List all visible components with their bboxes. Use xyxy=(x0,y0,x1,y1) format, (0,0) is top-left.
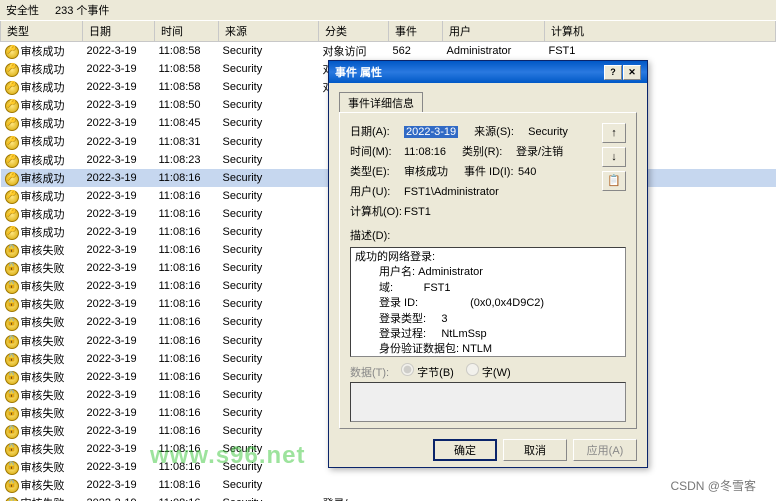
lock-icon xyxy=(5,371,19,385)
col-header[interactable]: 时间 xyxy=(155,21,219,42)
col-header[interactable]: 计算机 xyxy=(545,21,776,42)
lock-icon xyxy=(5,298,19,312)
time-value: 11:08:16 xyxy=(404,146,446,158)
prev-event-button[interactable]: ↑ xyxy=(602,123,626,143)
lock-icon xyxy=(5,497,19,501)
lock-icon xyxy=(5,389,19,403)
user-label: 用户(U): xyxy=(350,183,404,199)
cancel-button[interactable]: 取消 xyxy=(503,439,567,461)
lock-icon xyxy=(5,461,19,475)
ok-button[interactable]: 确定 xyxy=(433,439,497,461)
apply-button[interactable]: 应用(A) xyxy=(573,439,637,461)
lock-icon xyxy=(5,280,19,294)
key-icon xyxy=(5,154,19,168)
evtid-label: 事件 ID(I): xyxy=(464,163,518,179)
time-label: 时间(M): xyxy=(350,143,404,159)
lock-icon xyxy=(5,244,19,258)
dialog-title: 事件 属性 xyxy=(335,64,382,80)
col-header[interactable]: 用户 xyxy=(443,21,545,42)
words-radio: 字(W) xyxy=(464,363,511,380)
col-header[interactable]: 类型 xyxy=(1,21,83,42)
key-icon xyxy=(5,45,19,59)
type-value: 审核成功 xyxy=(404,163,448,179)
lock-icon xyxy=(5,443,19,457)
lock-icon xyxy=(5,425,19,439)
col-header[interactable]: 分类 xyxy=(319,21,389,42)
col-header[interactable]: 日期 xyxy=(83,21,155,42)
key-icon xyxy=(5,99,19,113)
date-value: 2022-3-19 xyxy=(404,126,458,138)
col-header[interactable]: 来源 xyxy=(219,21,319,42)
lock-icon xyxy=(5,353,19,367)
copy-button[interactable]: 📋 xyxy=(602,171,626,191)
key-icon xyxy=(5,226,19,240)
key-icon xyxy=(5,190,19,204)
bytes-radio: 字节(B) xyxy=(399,363,454,380)
table-row[interactable]: 审核失败2022-3-1911:08:16Security xyxy=(1,476,776,494)
description-box[interactable]: 成功的网络登录: 用户名: Administrator 域: FST1 登录 I… xyxy=(350,247,626,357)
evtid-value: 540 xyxy=(518,166,536,178)
next-event-button[interactable]: ↓ xyxy=(602,147,626,167)
tab-details[interactable]: 事件详细信息 xyxy=(339,92,423,113)
lock-icon xyxy=(5,317,19,331)
close-button[interactable]: ✕ xyxy=(623,65,641,80)
data-box xyxy=(350,382,626,422)
key-icon xyxy=(5,172,19,186)
desc-label: 描述(D): xyxy=(350,227,626,243)
title-bar: 安全性 233 个事件 xyxy=(0,0,776,21)
lock-icon xyxy=(5,479,19,493)
table-row[interactable]: 审核成功2022-3-1911:08:58Security对象访问562Admi… xyxy=(1,42,776,61)
date-label: 日期(A): xyxy=(350,123,404,139)
col-header[interactable]: 事件 xyxy=(389,21,443,42)
key-icon xyxy=(5,117,19,131)
category-label: 安全性 xyxy=(6,2,39,18)
key-icon xyxy=(5,81,19,95)
key-icon xyxy=(5,208,19,222)
dialog-titlebar[interactable]: 事件 属性 ? ✕ xyxy=(329,61,647,83)
lock-icon xyxy=(5,335,19,349)
type-label: 类型(E): xyxy=(350,163,404,179)
count-label: 233 个事件 xyxy=(55,2,109,18)
cat-label: 类别(R): xyxy=(462,143,516,159)
comp-value: FST1 xyxy=(404,206,431,218)
user-value: FST1\Administrator xyxy=(404,186,499,198)
event-properties-dialog: 事件 属性 ? ✕ 事件详细信息 ↑ ↓ 📋 日期(A):2022-3-19 来源… xyxy=(328,60,648,468)
key-icon xyxy=(5,63,19,77)
lock-icon xyxy=(5,407,19,421)
comp-label: 计算机(O): xyxy=(350,203,404,219)
help-button[interactable]: ? xyxy=(604,65,622,80)
source-value: Security xyxy=(528,126,568,138)
desc-line: 成功的网络登录: xyxy=(355,250,621,265)
data-label: 数据(T): xyxy=(350,364,389,380)
cat-value: 登录/注销 xyxy=(516,143,563,159)
lock-icon xyxy=(5,262,19,276)
source-label: 来源(S): xyxy=(474,123,528,139)
key-icon xyxy=(5,136,19,150)
table-row[interactable]: 审核失败2022-3-1911:08:16Security登录/… xyxy=(1,494,776,501)
